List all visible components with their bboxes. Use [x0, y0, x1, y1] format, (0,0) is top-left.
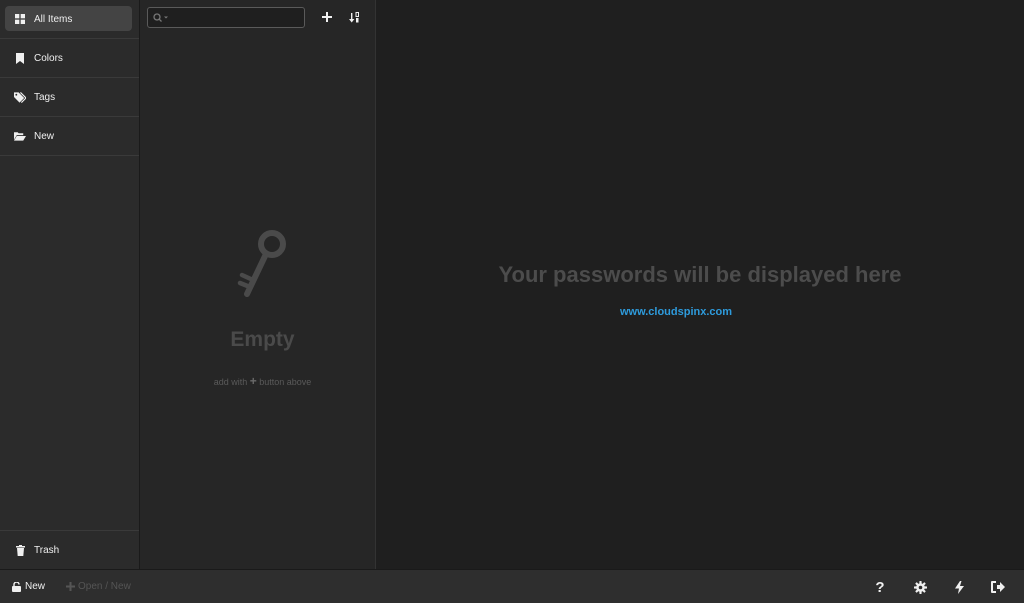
- item-list-pane: Empty add with + button above: [140, 0, 376, 569]
- trash-icon: [14, 544, 26, 556]
- folder-open-icon: [14, 130, 26, 142]
- logout-icon[interactable]: [989, 578, 1007, 596]
- help-icon[interactable]: ?: [871, 578, 889, 596]
- unlock-icon: [12, 581, 21, 592]
- new-label: New: [25, 581, 46, 592]
- sidebar: All Items Colors Tags New Trash: [0, 0, 140, 569]
- sidebar-item-label: All Items: [34, 13, 73, 25]
- sidebar-item-colors[interactable]: Colors: [0, 39, 139, 78]
- search-input[interactable]: [172, 9, 304, 28]
- plus-icon: [66, 582, 75, 591]
- sidebar-item-trash[interactable]: Trash: [0, 530, 139, 569]
- bookmark-icon: [14, 52, 26, 64]
- sidebar-item-label: New: [34, 130, 55, 142]
- placeholder-title: Your passwords will be displayed here: [498, 262, 902, 287]
- sort-button[interactable]: [345, 8, 363, 26]
- sidebar-item-tags[interactable]: Tags: [0, 78, 139, 117]
- watermark-link: www.cloudspinx.com: [619, 306, 733, 318]
- gear-icon[interactable]: [911, 578, 929, 596]
- grid-icon: [14, 13, 26, 25]
- add-item-button[interactable]: [318, 8, 336, 26]
- plus-icon: [322, 12, 332, 22]
- bottom-toolbar: New Open / New ?: [0, 569, 1024, 603]
- sidebar-item-label: Tags: [34, 91, 56, 103]
- sidebar-item-all-items[interactable]: All Items: [0, 0, 139, 39]
- new-database-button[interactable]: New: [12, 581, 45, 592]
- sidebar-item-label: Colors: [34, 52, 63, 64]
- sidebar-item-new[interactable]: New: [0, 117, 139, 156]
- open-new-button[interactable]: Open / New: [66, 581, 131, 592]
- plus-icon: +: [249, 374, 257, 388]
- key-icon: [232, 228, 298, 304]
- sort-icon: [348, 11, 359, 22]
- lightning-icon[interactable]: [950, 578, 968, 596]
- empty-title: Empty: [230, 328, 295, 351]
- sidebar-item-label: Trash: [34, 544, 60, 556]
- empty-hint: add with + button above: [140, 374, 385, 388]
- app-window: All Items Colors Tags New Trash Empty ad…: [0, 0, 1024, 603]
- search-icon[interactable]: [153, 12, 169, 23]
- detail-pane: Your passwords will be displayed here ww…: [376, 0, 1024, 569]
- tags-icon: [14, 91, 26, 103]
- empty-hint-prefix: add with: [213, 377, 248, 387]
- search-field[interactable]: [147, 7, 305, 28]
- empty-hint-suffix: button above: [259, 377, 312, 387]
- open-label: Open / New: [78, 581, 131, 592]
